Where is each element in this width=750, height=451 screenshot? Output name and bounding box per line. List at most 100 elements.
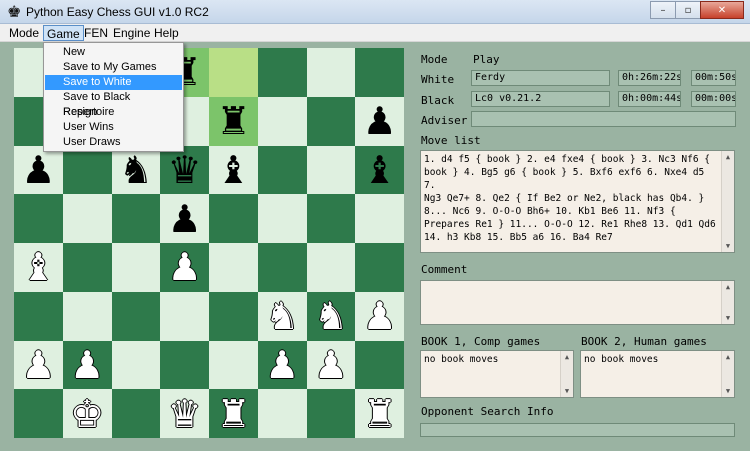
square-e5[interactable]	[209, 194, 258, 243]
book1-scrollbar[interactable]: ▲ ▼	[560, 351, 573, 397]
move-list[interactable]: 1. d4 f5 { book } 2. e4 fxe4 { book } 3.…	[420, 150, 735, 253]
square-e7[interactable]: ♜	[209, 96, 258, 146]
black-queen-icon[interactable]: ♛	[168, 151, 202, 189]
scroll-up-icon[interactable]: ▲	[561, 351, 573, 363]
square-g5[interactable]	[306, 194, 356, 243]
square-a6[interactable]: ♟	[14, 145, 63, 195]
comment-box[interactable]: ▲ ▼	[420, 280, 735, 325]
square-e6[interactable]: ♝	[209, 145, 258, 195]
square-d2[interactable]	[160, 340, 209, 390]
square-h5[interactable]	[355, 194, 404, 243]
square-f1[interactable]	[257, 389, 307, 438]
black-pawn-icon[interactable]: ♟	[363, 102, 397, 140]
menu-item-save-black-repertoire[interactable]: Save to Black Repertoire	[45, 90, 182, 118]
square-c1[interactable]	[111, 389, 161, 438]
square-g6[interactable]	[306, 145, 356, 195]
square-d6[interactable]: ♛	[160, 145, 209, 195]
menu-engine[interactable]: Engine	[110, 25, 153, 41]
square-e2[interactable]	[209, 340, 258, 390]
menu-item-save-white-repertoire[interactable]: Save to White Repertoire	[45, 75, 182, 103]
white-knight-icon[interactable]: ♞	[265, 297, 299, 335]
square-e8[interactable]	[209, 48, 258, 97]
square-c5[interactable]	[111, 194, 161, 243]
menu-game[interactable]: Game	[43, 25, 84, 41]
square-h1[interactable]: ♜	[355, 389, 404, 438]
square-a4[interactable]: ♝	[14, 243, 63, 292]
square-g3[interactable]: ♞	[306, 291, 356, 341]
minimize-button[interactable]: –	[650, 1, 676, 19]
white-king-icon[interactable]: ♚	[70, 395, 104, 433]
white-queen-icon[interactable]: ♛	[168, 395, 202, 433]
square-h2[interactable]	[355, 340, 404, 390]
white-rook-icon[interactable]: ♜	[216, 395, 250, 433]
square-e3[interactable]	[209, 291, 258, 341]
book2-scrollbar[interactable]: ▲ ▼	[721, 351, 734, 397]
black-bishop-icon[interactable]: ♝	[216, 151, 250, 189]
square-c4[interactable]	[111, 243, 161, 292]
white-pawn-icon[interactable]: ♟	[314, 346, 348, 384]
square-f8[interactable]	[257, 48, 307, 97]
black-pawn-icon[interactable]: ♟	[168, 200, 202, 238]
black-knight-icon[interactable]: ♞	[119, 151, 153, 189]
scroll-down-icon[interactable]: ▼	[722, 385, 734, 397]
square-b6[interactable]	[62, 145, 112, 195]
scroll-down-icon[interactable]: ▼	[722, 240, 734, 252]
square-f2[interactable]: ♟	[257, 340, 307, 390]
square-a5[interactable]	[14, 194, 63, 243]
square-b1[interactable]: ♚	[62, 389, 112, 438]
square-a1[interactable]	[14, 389, 63, 438]
square-g2[interactable]: ♟	[306, 340, 356, 390]
square-f3[interactable]: ♞	[257, 291, 307, 341]
square-e4[interactable]	[209, 243, 258, 292]
square-c6[interactable]: ♞	[111, 145, 161, 195]
menu-item-user-draws[interactable]: User Draws	[45, 135, 182, 150]
square-a2[interactable]: ♟	[14, 340, 63, 390]
square-f4[interactable]	[257, 243, 307, 292]
move-list-scrollbar[interactable]: ▲ ▼	[721, 151, 734, 252]
square-b3[interactable]	[62, 291, 112, 341]
white-pawn-icon[interactable]: ♟	[265, 346, 299, 384]
menu-mode[interactable]: Mode	[6, 25, 42, 41]
square-g1[interactable]	[306, 389, 356, 438]
scroll-up-icon[interactable]: ▲	[722, 281, 734, 293]
black-pawn-icon[interactable]: ♟	[21, 151, 55, 189]
menu-item-user-wins[interactable]: User Wins	[45, 120, 182, 135]
square-e1[interactable]: ♜	[209, 389, 258, 438]
square-h4[interactable]	[355, 243, 404, 292]
square-b5[interactable]	[62, 194, 112, 243]
menu-item-new[interactable]: New	[45, 45, 182, 60]
square-b2[interactable]: ♟	[62, 340, 112, 390]
square-c2[interactable]	[111, 340, 161, 390]
square-h7[interactable]: ♟	[355, 96, 404, 146]
square-d4[interactable]: ♟	[160, 243, 209, 292]
white-pawn-icon[interactable]: ♟	[70, 346, 104, 384]
close-button[interactable]: ✕	[700, 1, 744, 19]
book2-box[interactable]: no book moves ▲ ▼	[580, 350, 735, 398]
scroll-down-icon[interactable]: ▼	[561, 385, 573, 397]
square-f6[interactable]	[257, 145, 307, 195]
white-pawn-icon[interactable]: ♟	[168, 248, 202, 286]
square-b4[interactable]	[62, 243, 112, 292]
white-pawn-icon[interactable]: ♟	[363, 297, 397, 335]
scroll-down-icon[interactable]: ▼	[722, 312, 734, 324]
square-a3[interactable]	[14, 291, 63, 341]
black-rook-icon[interactable]: ♜	[216, 102, 250, 140]
square-f7[interactable]	[257, 96, 307, 146]
white-rook-icon[interactable]: ♜	[363, 395, 397, 433]
menu-help[interactable]: Help	[151, 25, 182, 41]
square-h8[interactable]	[355, 48, 404, 97]
white-pawn-icon[interactable]: ♟	[21, 346, 55, 384]
menu-fen[interactable]: FEN	[81, 25, 111, 41]
book1-box[interactable]: no book moves ▲ ▼	[420, 350, 574, 398]
square-h6[interactable]: ♝	[355, 145, 404, 195]
scroll-up-icon[interactable]: ▲	[722, 151, 734, 163]
square-g4[interactable]	[306, 243, 356, 292]
white-bishop-icon[interactable]: ♝	[21, 248, 55, 286]
black-bishop-icon[interactable]: ♝	[363, 151, 397, 189]
square-f5[interactable]	[257, 194, 307, 243]
square-g8[interactable]	[306, 48, 356, 97]
square-g7[interactable]	[306, 96, 356, 146]
comment-scrollbar[interactable]: ▲ ▼	[721, 281, 734, 324]
square-d3[interactable]	[160, 291, 209, 341]
square-c3[interactable]	[111, 291, 161, 341]
